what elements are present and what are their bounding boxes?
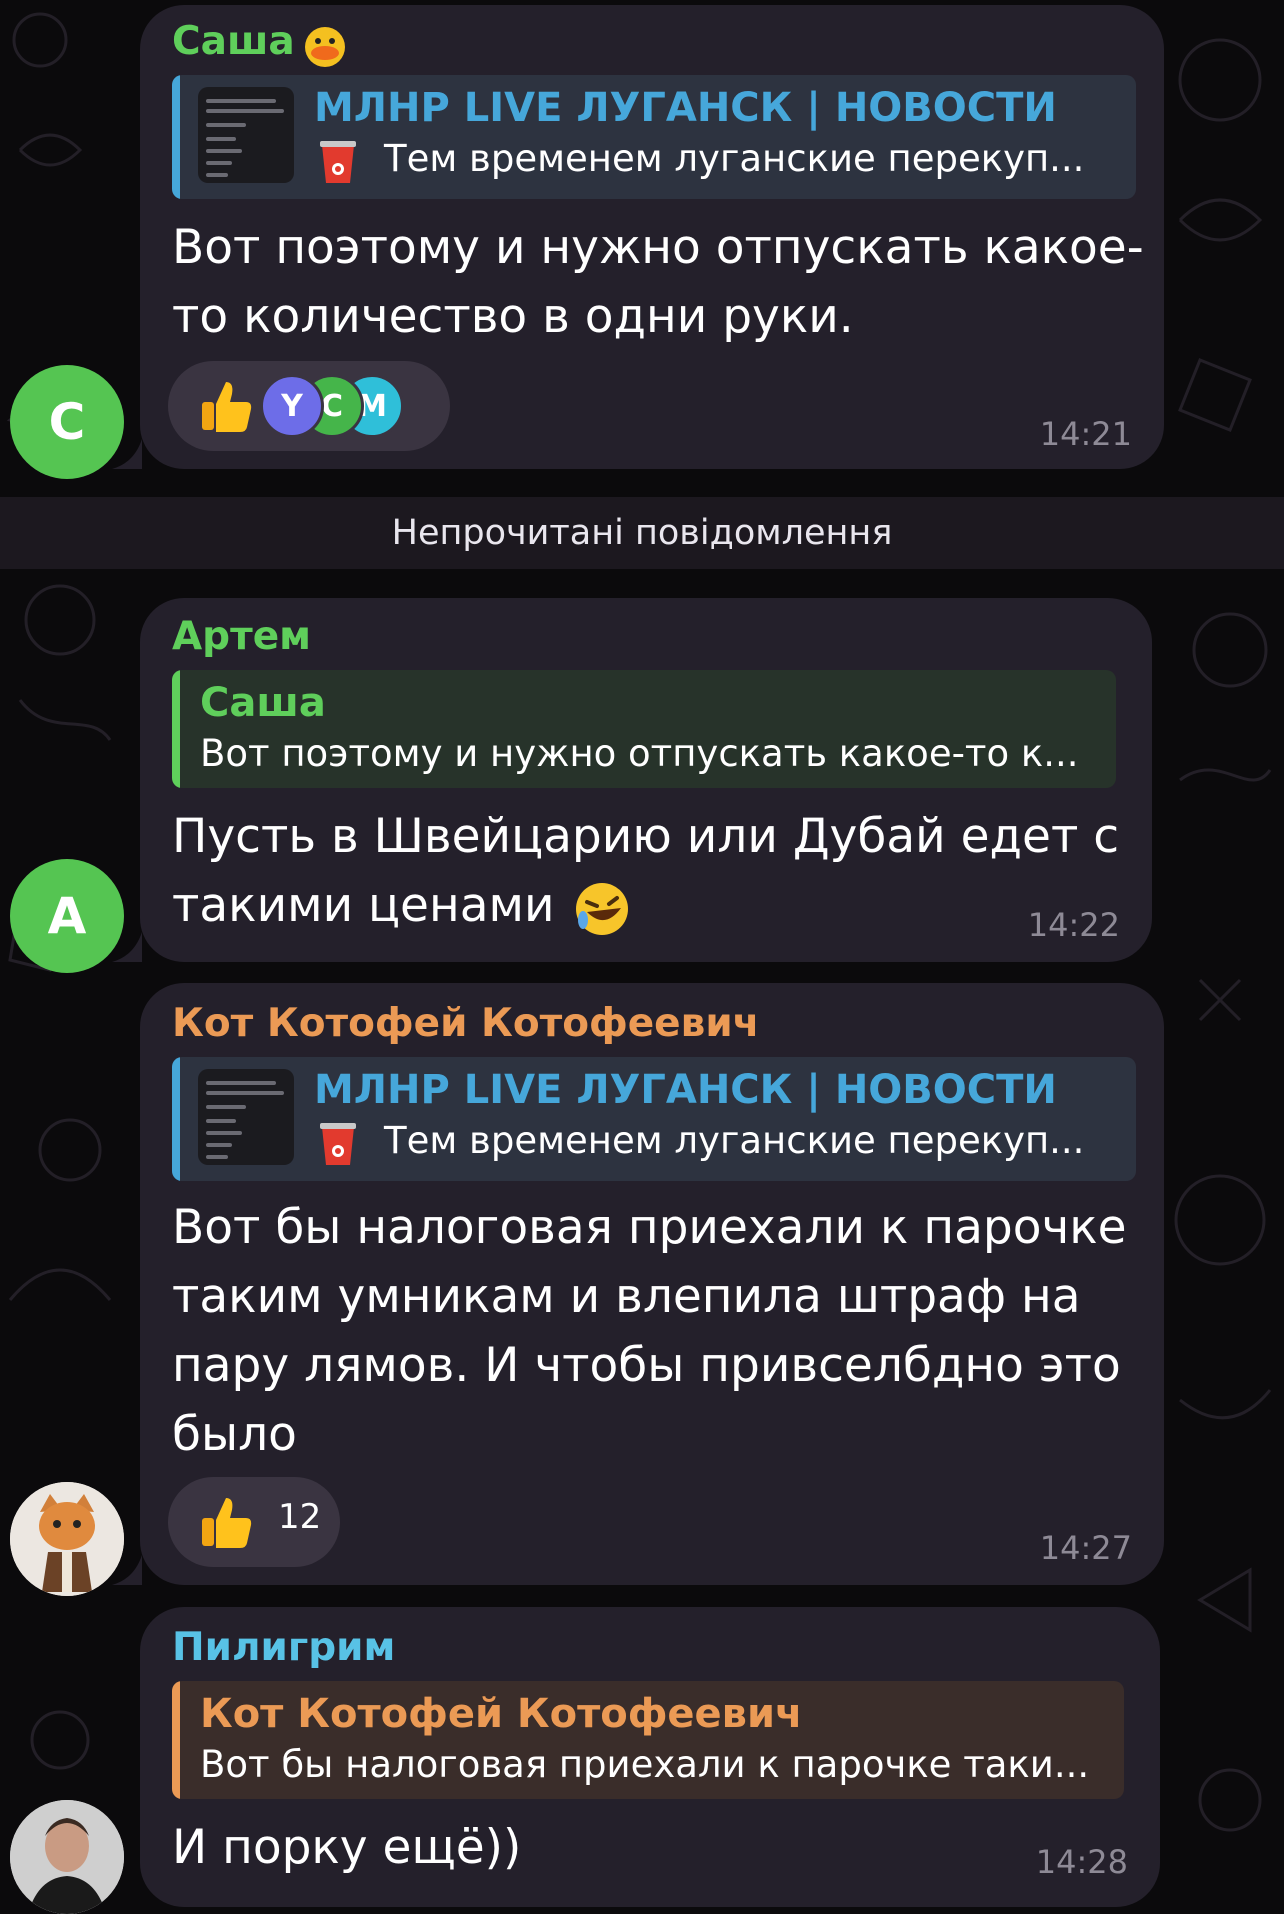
message-text-line: пару лямов. И чтобы привселбдно это <box>172 1338 1121 1393</box>
message-text-line: Вот поэтому и нужно отпускать какое- <box>172 220 1144 275</box>
reaction-user-avatar: Y <box>260 374 324 438</box>
sender-name[interactable]: Саша <box>172 19 295 64</box>
message-text: Пусть в Швейцарию или Дубай едет с таким… <box>172 802 1119 940</box>
reply-quote[interactable]: Кот Котофей Котофеевич Вот бы налоговая … <box>172 1681 1124 1799</box>
reply-author: Кот Котофей Котофеевич <box>200 1691 803 1737</box>
message-time: 14:27 <box>1039 1529 1132 1567</box>
duck-emoji-icon <box>300 19 350 69</box>
reply-quote[interactable]: Саша Вот поэтому и нужно отпускать какое… <box>172 670 1116 788</box>
reply-channel-title: МЛНР LIVE ЛУГАНСК | НОВОСТИ <box>314 85 1057 131</box>
reaction-pill[interactable]: M C Y <box>168 361 450 451</box>
reply-channel-title: МЛНР LIVE ЛУГАНСК | НОВОСТИ <box>314 1067 1057 1113</box>
message-text-line: И порку ещё)) <box>172 1820 522 1875</box>
message-bubble[interactable]: Пилигрим Кот Котофей Котофеевич Вот бы н… <box>140 1607 1160 1907</box>
message-text-line: то количество в одни руки. <box>172 289 854 344</box>
forwarded-channel-reply[interactable]: МЛНР LIVE ЛУГАНСК | НОВОСТИ Тем временем… <box>172 1057 1136 1181</box>
reply-preview-text: Тем временем луганские перекуп... <box>384 1119 1085 1162</box>
reaction-pill[interactable]: 12 <box>168 1477 340 1567</box>
rolling-laughing-emoji-icon <box>573 880 631 938</box>
message-text: И порку ещё)) <box>172 1813 521 1882</box>
reply-preview-text: Тем временем луганские перекуп... <box>384 137 1085 180</box>
message-time: 14:21 <box>1039 415 1132 453</box>
message-text: Вот поэтому и нужно отпускать какое- то … <box>172 213 1144 351</box>
forwarded-channel-reply[interactable]: МЛНР LIVE ЛУГАНСК | НОВОСТИ Тем временем… <box>172 75 1136 199</box>
reply-accent-bar <box>172 1057 180 1181</box>
user-avatar[interactable]: А <box>10 859 124 973</box>
cat-avatar[interactable] <box>10 1482 124 1596</box>
message-text-segment: такими ценами <box>172 878 555 933</box>
message-text-line: Пусть в Швейцарию или Дубай едет с <box>172 809 1120 864</box>
message-time: 14:28 <box>1035 1843 1128 1881</box>
message-time: 14:22 <box>1027 906 1120 944</box>
thumbs-up-icon <box>198 376 258 436</box>
sender-name[interactable]: Артем <box>172 614 311 659</box>
message-text-line: таким умникам и влепила штраф на <box>172 1269 1081 1324</box>
coffee-cup-icon <box>318 139 358 185</box>
message-bubble[interactable]: Артем Саша Вот поэтому и нужно отпускать… <box>140 598 1152 962</box>
reaction-count: 12 <box>278 1497 322 1537</box>
message-text-line: такими ценами <box>172 871 1119 940</box>
reply-accent-bar <box>172 1681 180 1799</box>
unread-messages-divider: Непрочитані повідомлення <box>0 497 1284 569</box>
message-text-line: Вот бы налоговая приехали к парочке <box>172 1200 1127 1255</box>
user-avatar[interactable]: С <box>10 365 124 479</box>
message-text: Вот бы налоговая приехали к парочке таки… <box>172 1193 1127 1469</box>
reply-accent-bar <box>172 670 180 788</box>
reply-accent-bar <box>172 75 180 199</box>
message-text-line: было <box>172 1407 297 1462</box>
message-bubble[interactable]: Кот Котофей Котофеевич МЛНР LIVE ЛУГАНСК… <box>140 983 1164 1585</box>
sender-name[interactable]: Кот Котофей Котофеевич <box>172 1001 759 1046</box>
man-photo-avatar[interactable] <box>10 1800 124 1914</box>
sender-name[interactable]: Пилигрим <box>172 1625 395 1670</box>
reply-preview-text: Вот бы налоговая приехали к парочке таки… <box>200 1743 1090 1786</box>
coffee-cup-icon <box>318 1121 358 1167</box>
message-bubble[interactable]: Саша МЛНР LIVE ЛУГАНСК | НОВОСТИ Тем вре… <box>140 5 1164 469</box>
reply-author: Саша <box>200 680 326 726</box>
reply-preview-text: Вот поэтому и нужно отпускать какое-то к… <box>200 732 1079 775</box>
thumbs-up-icon <box>198 1492 258 1552</box>
post-thumbnail <box>198 87 294 183</box>
post-thumbnail <box>198 1069 294 1165</box>
